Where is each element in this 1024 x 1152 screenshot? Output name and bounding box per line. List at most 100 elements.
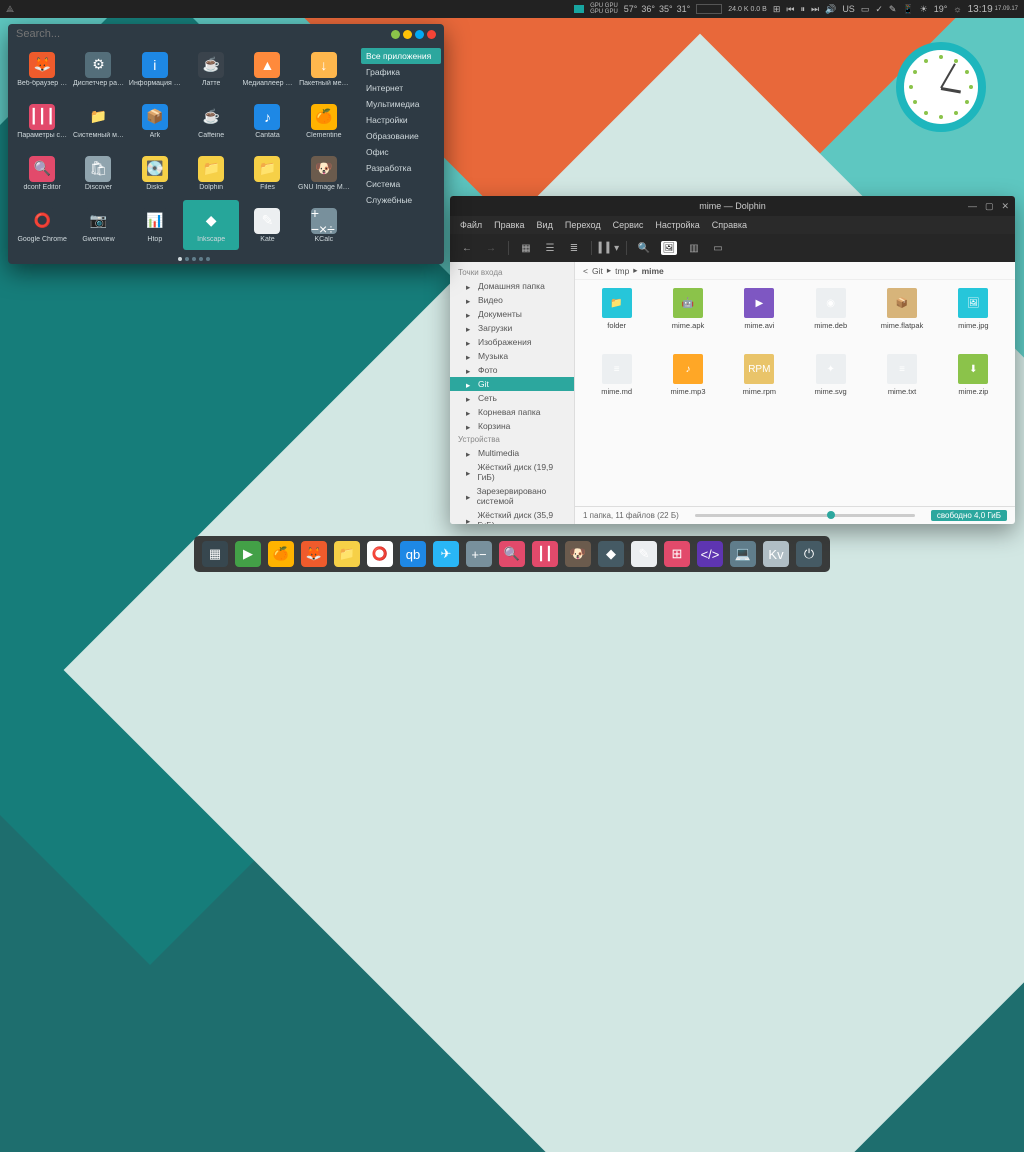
- app-gnu-image-m-[interactable]: 🐶GNU Image M…: [296, 148, 352, 198]
- app-dconf-editor[interactable]: 🔍dconf Editor: [14, 148, 70, 198]
- media-next-icon[interactable]: ⏭: [811, 4, 819, 15]
- dock-item[interactable]: 📁: [334, 541, 360, 567]
- places-item[interactable]: ▸Git: [450, 377, 574, 391]
- places-item[interactable]: ▸Загрузки: [450, 321, 574, 335]
- maximize-icon[interactable]: ▢: [985, 201, 994, 212]
- file-item[interactable]: 📦mime.flatpak: [868, 288, 935, 350]
- category-item[interactable]: Образование: [361, 128, 441, 144]
- app-kcalc[interactable]: +−×÷KCalc: [296, 200, 352, 250]
- file-item[interactable]: 📁folder: [583, 288, 650, 350]
- menu-Правка[interactable]: Правка: [494, 220, 524, 230]
- places-item[interactable]: ▸Корневая папка: [450, 405, 574, 419]
- dock-item[interactable]: 🦊: [301, 541, 327, 567]
- dock-item[interactable]: ⊞: [664, 541, 690, 567]
- keyboard-layout[interactable]: US: [842, 4, 855, 14]
- menu-Справка[interactable]: Справка: [712, 220, 747, 230]
- file-item[interactable]: 🖼mime.jpg: [940, 288, 1007, 350]
- dock-item[interactable]: ✎: [631, 541, 657, 567]
- dock-item[interactable]: 💻: [730, 541, 756, 567]
- clipboard-icon[interactable]: ✎: [889, 4, 897, 15]
- zoom-slider[interactable]: [695, 514, 915, 517]
- menu-Файл[interactable]: Файл: [460, 220, 482, 230]
- file-item[interactable]: ◉mime.deb: [797, 288, 864, 350]
- app-cantata[interactable]: ♪Cantata: [239, 96, 295, 146]
- places-item[interactable]: ▸Жёсткий диск (35,9 ГиБ): [450, 508, 574, 524]
- media-prev-icon[interactable]: ⏮: [786, 4, 794, 15]
- app-discover[interactable]: 🛍Discover: [70, 148, 126, 198]
- search-input[interactable]: [16, 28, 391, 40]
- view-compact-icon[interactable]: ☰: [543, 241, 557, 255]
- volume-icon[interactable]: 🔊: [825, 4, 836, 15]
- app-htop[interactable]: 📊Htop: [127, 200, 183, 250]
- weather-icon[interactable]: ☀: [920, 4, 928, 15]
- app-латте[interactable]: ☕Латте: [183, 44, 239, 94]
- close-icon[interactable]: ✕: [1001, 201, 1009, 212]
- display-icon[interactable]: ▭: [861, 4, 870, 15]
- app-kate[interactable]: ✎Kate: [239, 200, 295, 250]
- places-item[interactable]: ▸Изображения: [450, 335, 574, 349]
- places-item[interactable]: ▸Фото: [450, 363, 574, 377]
- file-item[interactable]: RPMmime.rpm: [726, 354, 793, 416]
- dock-item[interactable]: 🔍: [499, 541, 525, 567]
- analog-clock[interactable]: [896, 42, 986, 132]
- view-icons-icon[interactable]: ▦: [519, 241, 533, 255]
- dock-item[interactable]: qb: [400, 541, 426, 567]
- file-item[interactable]: ⬇mime.zip: [940, 354, 1007, 416]
- preview-icon[interactable]: 🖼: [661, 241, 677, 255]
- places-item[interactable]: ▸Домашняя папка: [450, 279, 574, 293]
- app-inkscape[interactable]: ◆Inkscape: [183, 200, 239, 250]
- split-icon[interactable]: ▍▍▾: [602, 241, 616, 255]
- app-медиаплеер-[interactable]: ▲Медиаплеер …: [239, 44, 295, 94]
- tray-app-icon[interactable]: ⊞: [773, 4, 781, 15]
- file-item[interactable]: ≡mime.txt: [868, 354, 935, 416]
- back-icon[interactable]: ←: [460, 241, 474, 255]
- app-disks[interactable]: 💽Disks: [127, 148, 183, 198]
- dock-item[interactable]: ┃┃: [532, 541, 558, 567]
- file-item[interactable]: ≡mime.md: [583, 354, 650, 416]
- app-пакетный-ме-[interactable]: ↓Пакетный ме…: [296, 44, 352, 94]
- places-item[interactable]: ▸Документы: [450, 307, 574, 321]
- media-pause-icon[interactable]: ⏸: [800, 4, 805, 15]
- view-details-icon[interactable]: ≣: [567, 241, 581, 255]
- launcher-control-icon[interactable]: [391, 30, 400, 39]
- app-веб-браузер-[interactable]: 🦊Веб-браузер …: [14, 44, 70, 94]
- places-item[interactable]: ▸Multimedia: [450, 446, 574, 460]
- app-системный-м-[interactable]: 📁Системный м…: [70, 96, 126, 146]
- category-item[interactable]: Все приложения: [361, 48, 441, 64]
- category-item[interactable]: Офис: [361, 144, 441, 160]
- dock-item[interactable]: 🍊: [268, 541, 294, 567]
- app-ark[interactable]: 📦Ark: [127, 96, 183, 146]
- launcher-control-icon[interactable]: [427, 30, 436, 39]
- file-item[interactable]: ♪mime.mp3: [654, 354, 721, 416]
- dock-item[interactable]: Kv: [763, 541, 789, 567]
- launcher-control-icon[interactable]: [415, 30, 424, 39]
- dock-item[interactable]: ▶: [235, 541, 261, 567]
- columns-icon[interactable]: ▥: [687, 241, 701, 255]
- brightness-icon[interactable]: ☼: [953, 4, 961, 14]
- clock-time[interactable]: 13:19 17.09.17: [968, 4, 1018, 15]
- file-item[interactable]: 🤖mime.apk: [654, 288, 721, 350]
- launcher-control-icon[interactable]: [403, 30, 412, 39]
- menu-Вид[interactable]: Вид: [537, 220, 553, 230]
- category-item[interactable]: Графика: [361, 64, 441, 80]
- dock-item[interactable]: 🐶: [565, 541, 591, 567]
- category-item[interactable]: Интернет: [361, 80, 441, 96]
- minimize-icon[interactable]: —: [968, 201, 977, 212]
- app-диспетчер-ра-[interactable]: ⚙Диспетчер ра…: [70, 44, 126, 94]
- category-item[interactable]: Система: [361, 176, 441, 192]
- menu-Переход[interactable]: Переход: [565, 220, 601, 230]
- app-dolphin[interactable]: 📁Dolphin: [183, 148, 239, 198]
- places-item[interactable]: ▸Музыка: [450, 349, 574, 363]
- dock-item[interactable]: ▦: [202, 541, 228, 567]
- app-clementine[interactable]: 🍊Clementine: [296, 96, 352, 146]
- category-item[interactable]: Разработка: [361, 160, 441, 176]
- category-item[interactable]: Настройки: [361, 112, 441, 128]
- dock-item[interactable]: ✈: [433, 541, 459, 567]
- file-item[interactable]: ▶mime.avi: [726, 288, 793, 350]
- shield-icon[interactable]: ✓: [875, 4, 883, 15]
- phone-icon[interactable]: 📱: [902, 4, 913, 15]
- app-gwenview[interactable]: 📷Gwenview: [70, 200, 126, 250]
- dock-item[interactable]: </>: [697, 541, 723, 567]
- app-google-chrome[interactable]: ⭕Google Chrome: [14, 200, 70, 250]
- dock-item[interactable]: +−: [466, 541, 492, 567]
